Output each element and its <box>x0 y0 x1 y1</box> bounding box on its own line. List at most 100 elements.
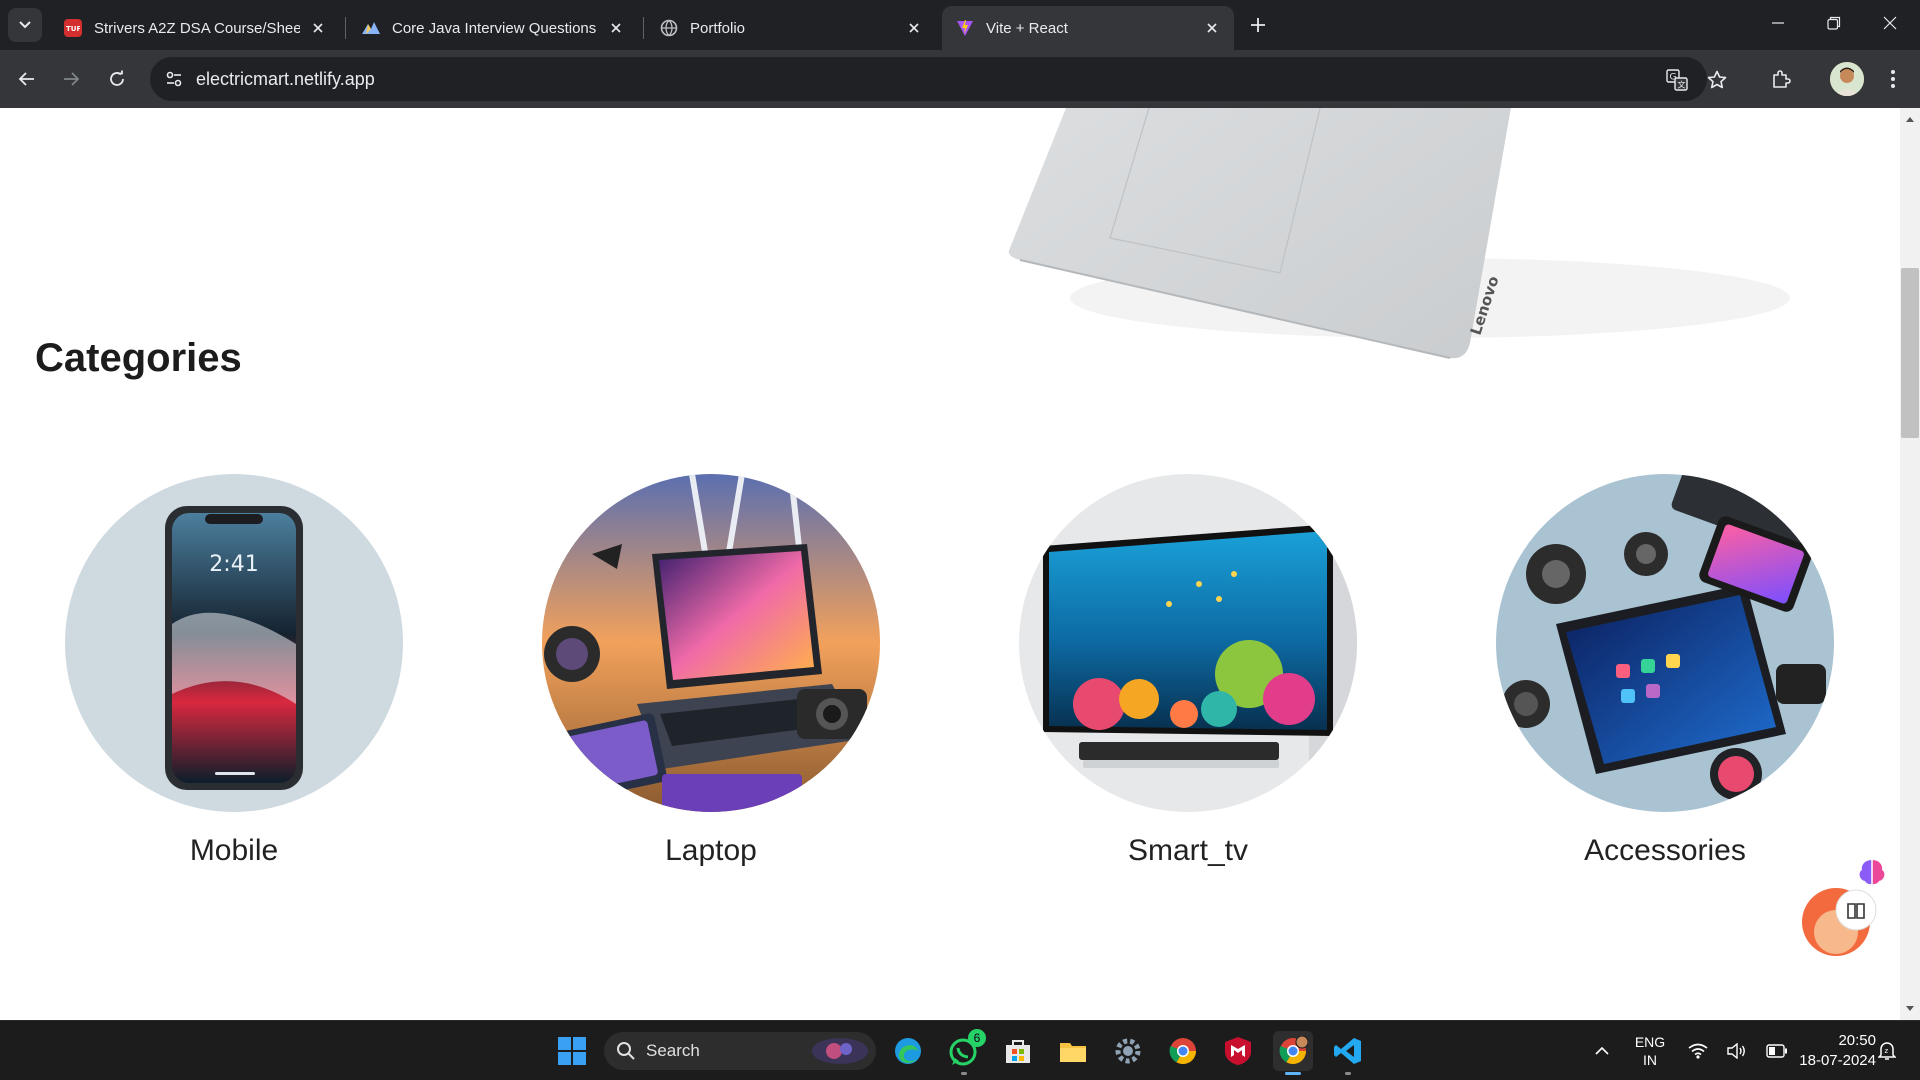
active-indicator <box>1285 1072 1301 1075</box>
profile-avatar[interactable] <box>1830 62 1864 96</box>
tray-overflow-button[interactable] <box>1582 1031 1622 1071</box>
restore-button[interactable] <box>1806 0 1862 46</box>
arrow-left-icon <box>18 72 34 86</box>
tab-title: Core Java Interview Questions and Answer… <box>392 19 598 37</box>
running-indicator <box>961 1072 967 1075</box>
category-image-accessories[interactable] <box>1496 474 1834 812</box>
arrow-right-icon <box>64 72 80 86</box>
region-code: IN <box>1643 1052 1657 1068</box>
taskbar-settings[interactable] <box>1108 1031 1148 1071</box>
page-scrollbar[interactable] <box>1900 108 1920 1020</box>
close-icon[interactable] <box>904 18 924 38</box>
wifi-icon <box>1688 1043 1708 1059</box>
taskbar-chrome-profile[interactable] <box>1273 1031 1313 1075</box>
edge-icon <box>895 1038 921 1064</box>
reload-button[interactable] <box>98 60 136 98</box>
windows-logo-icon <box>558 1037 586 1065</box>
tune-icon <box>166 71 182 87</box>
volume-icon <box>1727 1043 1745 1059</box>
menu-kebab-icon[interactable] <box>1876 62 1910 96</box>
tab-strivers[interactable]: TUF Strivers A2Z DSA Course/Sheet <box>50 6 340 50</box>
notifications-button[interactable]: z <box>1872 1031 1902 1071</box>
chevron-down-icon <box>19 21 31 29</box>
clock-date: 18-07-2024 <box>1799 1052 1876 1069</box>
minimize-icon <box>1772 22 1784 24</box>
tab-portfolio[interactable]: Portfolio <box>646 6 936 50</box>
shield-icon <box>1225 1037 1251 1065</box>
category-label-accessories[interactable]: Accessories <box>1584 834 1746 868</box>
close-icon <box>1883 16 1897 30</box>
category-card-mobile[interactable]: 2:41 Mobile <box>65 474 403 868</box>
tab-vite-react[interactable]: Vite + React <box>942 6 1234 50</box>
taskbar-store[interactable] <box>998 1031 1038 1071</box>
svg-text:TUF: TUF <box>66 25 80 33</box>
categories-heading: Categories <box>35 336 242 380</box>
category-card-laptop[interactable]: Laptop <box>542 474 880 868</box>
extensions-puzzle-icon[interactable] <box>1764 62 1798 96</box>
tab-strip: TUF Strivers A2Z DSA Course/Sheet Core J… <box>0 0 1920 50</box>
reload-icon <box>110 70 124 86</box>
restore-icon <box>1827 16 1841 30</box>
running-indicator <box>1345 1072 1351 1075</box>
language-code: ENG <box>1634 1034 1666 1050</box>
taskbar-whatsapp[interactable]: 6 <box>944 1029 986 1075</box>
taskbar-vscode[interactable] <box>1328 1031 1368 1075</box>
url-text[interactable]: electricmart.netlify.app <box>196 69 375 90</box>
taskbar-mcafee[interactable] <box>1218 1031 1258 1071</box>
globe-icon <box>660 19 678 37</box>
category-image-laptop[interactable] <box>542 474 880 812</box>
svg-text:z: z <box>1885 1047 1889 1055</box>
clock-time: 20:50 <box>1838 1032 1876 1049</box>
brain-assistant-icon[interactable] <box>1852 852 1892 892</box>
whatsapp-badge: 6 <box>968 1029 986 1047</box>
category-card-smart-tv[interactable]: Smart_tv <box>1019 474 1357 868</box>
category-image-mobile[interactable]: 2:41 <box>65 474 403 812</box>
translate-icon[interactable]: G文 <box>1664 67 1690 93</box>
close-icon[interactable] <box>606 18 626 38</box>
taskbar-search-label: Search <box>646 1041 700 1060</box>
tuf-logo-icon: TUF <box>64 19 82 37</box>
windows-start-button[interactable] <box>552 1031 592 1071</box>
address-bar[interactable]: electricmart.netlify.app G文 <box>150 57 1727 101</box>
taskbar-chrome[interactable] <box>1163 1031 1203 1071</box>
tab-search-button[interactable] <box>8 8 42 42</box>
microsoft-store-icon <box>1006 1040 1030 1063</box>
site-info-button[interactable] <box>160 65 188 93</box>
vite-logo-icon <box>956 19 974 37</box>
taskbar-search[interactable]: Search <box>604 1032 876 1070</box>
taskbar-edge[interactable] <box>888 1031 928 1071</box>
plus-icon <box>1251 18 1265 32</box>
windows-taskbar: Search 6 ENG IN 20:50 18-07-2024 z <box>0 1020 1920 1080</box>
scroll-down-arrow-icon[interactable] <box>1900 1000 1920 1018</box>
scrollbar-thumb[interactable] <box>1901 268 1919 438</box>
tab-separator <box>345 17 346 39</box>
bookmark-star-icon[interactable] <box>1704 67 1730 93</box>
taskbar-file-explorer[interactable] <box>1053 1031 1093 1071</box>
tab-title: Vite + React <box>986 19 1068 37</box>
svg-text:2:41: 2:41 <box>209 552 258 577</box>
close-window-button[interactable] <box>1862 0 1918 46</box>
category-card-accessories[interactable]: Accessories <box>1496 474 1834 868</box>
category-image-smart-tv[interactable] <box>1019 474 1357 812</box>
category-label-laptop[interactable]: Laptop <box>665 834 757 868</box>
tab-core-java[interactable]: Core Java Interview Questions and Answer… <box>348 6 638 50</box>
language-indicator[interactable]: ENG IN <box>1628 1033 1672 1069</box>
clock[interactable]: 20:50 18-07-2024 <box>1780 1031 1876 1071</box>
search-icon <box>617 1042 635 1060</box>
category-label-smart-tv[interactable]: Smart_tv <box>1128 834 1248 868</box>
chrome-profile-icon <box>1279 1036 1308 1065</box>
forward-button[interactable] <box>52 60 90 98</box>
new-tab-button[interactable] <box>1244 11 1272 39</box>
mountain-logo-icon <box>362 19 380 37</box>
close-icon[interactable] <box>308 18 328 38</box>
tab-title: Strivers A2Z DSA Course/Sheet <box>94 19 300 37</box>
scroll-up-arrow-icon[interactable] <box>1900 110 1920 128</box>
search-highlight-icon <box>812 1038 868 1064</box>
vscode-icon <box>1334 1038 1361 1064</box>
back-button[interactable] <box>8 60 46 98</box>
close-icon[interactable] <box>1202 18 1222 38</box>
gear-icon <box>1115 1038 1141 1064</box>
category-label-mobile[interactable]: Mobile <box>190 834 278 868</box>
chevron-up-icon <box>1595 1046 1609 1055</box>
minimize-button[interactable] <box>1750 0 1806 46</box>
